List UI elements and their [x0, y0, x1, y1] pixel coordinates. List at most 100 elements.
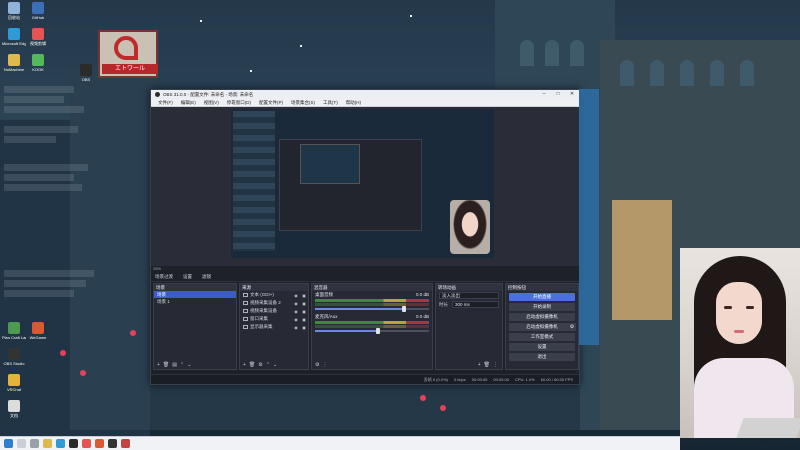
wallpaper-window: [545, 40, 559, 66]
app-icon[interactable]: [82, 439, 91, 448]
menu-edit[interactable]: 编辑(E): [177, 100, 200, 106]
menu-help[interactable]: 帮助(H): [342, 100, 365, 106]
app-icon[interactable]: [108, 439, 117, 448]
close-icon[interactable]: ✕: [565, 90, 579, 99]
start-icon[interactable]: [4, 439, 13, 448]
visibility-icon[interactable]: ◉: [292, 317, 300, 322]
minimize-icon[interactable]: –: [537, 90, 551, 99]
remove-icon[interactable]: 🗑: [484, 362, 490, 368]
scene-item[interactable]: 场景 1: [154, 298, 236, 305]
studio-mode-button[interactable]: 工作室模式: [509, 333, 575, 341]
visibility-icon[interactable]: ◉: [292, 293, 300, 298]
gear-icon[interactable]: ⚙: [568, 323, 576, 331]
wallpaper-star: [250, 70, 252, 72]
desktop-icon[interactable]: GitHub: [26, 2, 50, 28]
volume-meter: [315, 321, 429, 324]
desktop-icon[interactable]: VRChat: [2, 374, 26, 400]
chat-overlay-line: [4, 106, 84, 113]
preview-webcam: [450, 200, 490, 254]
desktop-icon[interactable]: OBS Studio: [2, 348, 26, 374]
menu-scene-collection[interactable]: 场景集合(S): [287, 100, 319, 106]
more-icon[interactable]: ⋮: [322, 362, 327, 368]
desktop-icon[interactable]: KOOK: [26, 54, 50, 80]
menu-file[interactable]: 文件(F): [154, 100, 177, 106]
wallpaper-window: [680, 60, 694, 86]
visibility-icon[interactable]: ◉: [292, 325, 300, 330]
desktop-icon[interactable]: NoMachine: [2, 54, 26, 80]
tab-settings[interactable]: 设置: [183, 274, 192, 280]
tab-filters[interactable]: 滤镜: [202, 274, 211, 280]
move-down-icon[interactable]: ⌄: [273, 362, 277, 368]
program-preview[interactable]: [231, 109, 494, 258]
obs-icon[interactable]: [69, 439, 78, 448]
desktop-icon[interactable]: 文档: [2, 400, 26, 426]
desktop-icon[interactable]: Microsoft Edge: [2, 28, 26, 54]
visibility-icon[interactable]: ◉: [292, 309, 300, 314]
filter-icon[interactable]: ▤: [172, 362, 177, 368]
camera-source-icon: [243, 301, 248, 305]
add-icon[interactable]: +: [157, 362, 160, 368]
controls-title: 控制按钮: [506, 284, 578, 291]
wallpaper-window: [740, 60, 754, 86]
source-item[interactable]: 视频采集设备 2 ◉ ▣: [240, 299, 308, 307]
app-icon[interactable]: [95, 439, 104, 448]
wallpaper-star: [300, 45, 302, 47]
task-view-icon[interactable]: [30, 439, 39, 448]
menu-tools[interactable]: 工具(T): [319, 100, 342, 106]
file-icon: [8, 400, 20, 412]
remove-icon[interactable]: 🗑: [249, 362, 255, 368]
transitions-toolbar: + 🗑 ⋮: [436, 360, 502, 369]
more-icon[interactable]: ⋮: [493, 362, 498, 368]
app-icon[interactable]: [121, 439, 130, 448]
maximize-icon[interactable]: □: [551, 90, 565, 99]
monitor-source-icon: [243, 325, 248, 329]
lock-icon[interactable]: ▣: [300, 317, 308, 322]
file-explorer-icon[interactable]: [43, 439, 52, 448]
desktop-icon[interactable]: Plan Craft Launcher: [2, 322, 26, 348]
desktop-icon[interactable]: 回收站: [2, 2, 26, 28]
start-virtual-camera-button[interactable]: 启动虚拟摄像机: [509, 313, 575, 321]
source-item[interactable]: 文本 (GDI+) ◉ ▣: [240, 291, 308, 299]
duration-input[interactable]: 300 ms: [452, 301, 499, 308]
dock-panels: 场景 场景 场景 1 + 🗑 ▤ ⌃ ⌄ 来源 文本 (GDI+) ◉ ▣ 视频采集…: [153, 283, 579, 370]
source-item[interactable]: 窗口采集 ◉ ▣: [240, 315, 308, 323]
search-icon[interactable]: [17, 439, 26, 448]
menu-view[interactable]: 视图(V): [200, 100, 223, 106]
start-recording-button[interactable]: 开始录制: [509, 303, 575, 311]
visibility-icon[interactable]: ◉: [292, 301, 300, 306]
exit-button[interactable]: 退出: [509, 353, 575, 361]
source-item[interactable]: 视频采集设备 ◉ ▣: [240, 307, 308, 315]
virtual-camera-button[interactable]: 启动虚拟摄像机 ⚙: [509, 323, 576, 331]
scene-item[interactable]: 场景: [154, 291, 236, 298]
desktop-icon[interactable]: 视频剪辑: [26, 28, 50, 54]
move-down-icon[interactable]: ⌄: [187, 362, 191, 368]
start-streaming-button[interactable]: 开始直播: [509, 293, 575, 301]
edge-icon[interactable]: [56, 439, 65, 448]
camera-source-icon: [243, 309, 248, 313]
app-icon: [32, 54, 44, 66]
app-icon: [32, 2, 44, 14]
settings-button[interactable]: 设置: [509, 343, 575, 351]
lock-icon[interactable]: ▣: [300, 325, 308, 330]
add-icon[interactable]: +: [478, 362, 481, 368]
desktop-icon[interactable]: WeGame: [26, 322, 50, 348]
move-up-icon[interactable]: ⌃: [180, 362, 184, 368]
desktop-icon[interactable]: OBS: [74, 64, 98, 90]
gear-icon[interactable]: ⚙: [258, 362, 262, 368]
volume-meter: [315, 325, 429, 328]
obs-icon: [80, 64, 92, 76]
source-item[interactable]: 显示器采集 ◉ ▣: [240, 323, 308, 331]
menu-profile[interactable]: 配置文件(P): [255, 100, 287, 106]
lock-icon[interactable]: ▣: [300, 293, 308, 298]
transition-select[interactable]: 淡入淡出: [439, 292, 499, 299]
volume-slider[interactable]: [315, 328, 429, 334]
add-icon[interactable]: +: [243, 362, 246, 368]
volume-slider[interactable]: [315, 306, 429, 312]
menu-docks[interactable]: 停靠窗口(D): [223, 100, 255, 106]
tab-transition[interactable]: 场景过渡: [155, 274, 173, 280]
lock-icon[interactable]: ▣: [300, 301, 308, 306]
remove-icon[interactable]: 🗑: [163, 362, 169, 368]
gear-icon[interactable]: ⚙: [315, 362, 319, 368]
move-up-icon[interactable]: ⌃: [266, 362, 270, 368]
lock-icon[interactable]: ▣: [300, 309, 308, 314]
